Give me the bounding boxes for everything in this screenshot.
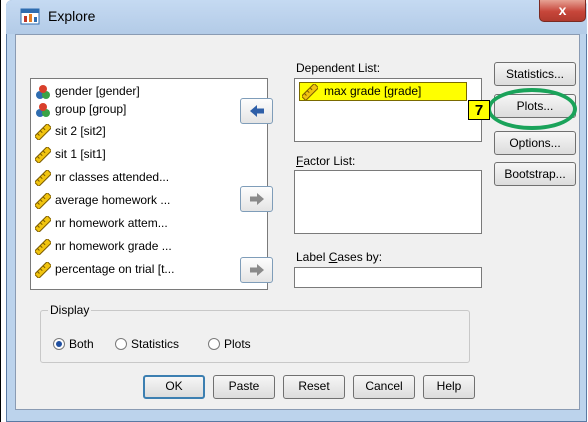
reset-button[interactable]: Reset — [283, 375, 345, 399]
label-cases-field[interactable] — [294, 267, 482, 288]
nominal-icon — [36, 84, 50, 99]
page-edge-line — [0, 0, 1, 422]
factor-list-label: Factor List: — [296, 154, 356, 168]
variable-label: sit 2 [sit2] — [55, 124, 106, 138]
display-plots-label[interactable]: Plots — [224, 337, 251, 351]
move-to-label-cases-button[interactable] — [240, 257, 273, 283]
scale-icon — [302, 83, 318, 100]
variable-label: nr homework attem... — [55, 216, 168, 230]
arrow-left-icon — [250, 105, 264, 117]
variable-label: nr classes attended... — [55, 170, 170, 184]
dependent-list-label: Dependent List: — [296, 61, 381, 75]
ok-button[interactable]: OK — [143, 375, 205, 399]
factor-list[interactable] — [294, 170, 482, 234]
close-button[interactable]: x — [539, 0, 586, 22]
statistics-button[interactable]: Statistics... — [494, 62, 576, 86]
paste-button[interactable]: Paste — [213, 375, 275, 399]
display-both-label[interactable]: Both — [69, 337, 94, 351]
nominal-icon — [36, 102, 50, 117]
window-title: Explore — [48, 8, 96, 24]
list-item[interactable]: sit 2 [sit2] — [35, 122, 265, 140]
display-group-legend: Display — [48, 303, 92, 317]
scale-icon — [35, 215, 51, 232]
display-plots-radio[interactable] — [208, 338, 220, 350]
list-item[interactable]: group [group] — [35, 100, 265, 118]
list-item[interactable]: max grade [grade] — [299, 82, 467, 101]
scale-icon — [35, 146, 51, 163]
step-badge: 7 — [468, 100, 490, 120]
help-button[interactable]: Help — [423, 375, 475, 399]
label-cases-label: Label Cases by: — [296, 250, 383, 264]
arrow-right-icon — [250, 193, 264, 205]
bootstrap-button[interactable]: Bootstrap... — [494, 162, 576, 186]
move-to-factor-button[interactable] — [240, 186, 273, 212]
scale-icon — [35, 169, 51, 186]
move-to-dependent-button[interactable] — [240, 98, 273, 124]
source-variable-list[interactable]: gender [gender] group [group] sit 2 [sit… — [30, 78, 268, 290]
list-item[interactable]: nr homework grade ... — [35, 237, 265, 255]
list-item[interactable]: gender [gender] — [35, 82, 265, 100]
explore-app-icon — [20, 8, 40, 25]
arrow-right-icon — [250, 264, 264, 276]
variable-label: sit 1 [sit1] — [55, 147, 106, 161]
list-item[interactable]: percentage on trial [t... — [35, 260, 265, 278]
list-item[interactable]: nr classes attended... — [35, 168, 265, 186]
list-item[interactable]: sit 1 [sit1] — [35, 145, 265, 163]
variable-label: gender [gender] — [55, 84, 140, 98]
scale-icon — [35, 192, 51, 209]
annotation-ring — [487, 88, 577, 130]
display-both-radio[interactable] — [53, 338, 65, 350]
options-button[interactable]: Options... — [494, 131, 576, 155]
scale-icon — [35, 238, 51, 255]
variable-label: max grade [grade] — [324, 84, 422, 98]
display-statistics-radio[interactable] — [115, 338, 127, 350]
scale-icon — [35, 261, 51, 278]
list-item[interactable]: nr homework attem... — [35, 214, 265, 232]
list-item[interactable]: average homework ... — [35, 191, 265, 209]
variable-label: group [group] — [55, 102, 127, 116]
cancel-button[interactable]: Cancel — [353, 375, 415, 399]
scale-icon — [35, 123, 51, 140]
display-group — [40, 310, 470, 363]
dependent-list[interactable]: max grade [grade] — [294, 78, 482, 142]
display-statistics-label[interactable]: Statistics — [131, 337, 179, 351]
variable-label: average homework ... — [55, 193, 171, 207]
variable-label: nr homework grade ... — [55, 239, 172, 253]
variable-label: percentage on trial [t... — [55, 262, 175, 276]
